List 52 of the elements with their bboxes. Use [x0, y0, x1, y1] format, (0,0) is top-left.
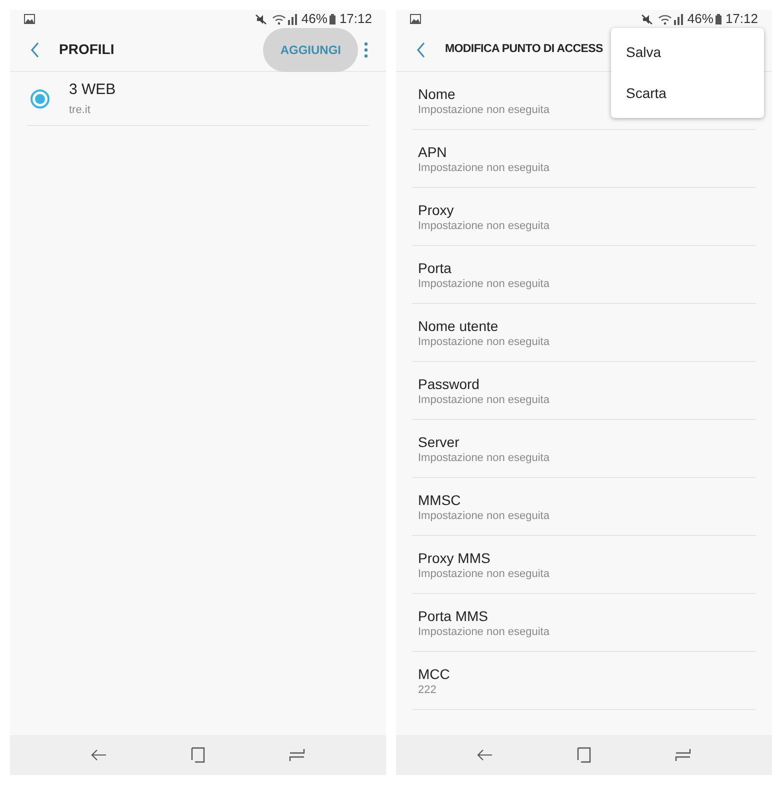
battery-icon: [329, 14, 336, 24]
setting-label[interactable]: Porta: [418, 258, 452, 276]
setting-value: Impostazione non eseguita: [418, 334, 550, 348]
setting-label[interactable]: Proxy: [418, 200, 454, 218]
clock: 17:12: [339, 10, 372, 28]
menu-item[interactable]: Salva: [611, 32, 764, 73]
setting-value: Impostazione non eseguita: [418, 624, 550, 638]
more-options-icon: [364, 42, 368, 58]
home-icon: [190, 747, 206, 763]
setting-value: Impostazione non eseguita: [418, 276, 550, 290]
setting-value: Impostazione non eseguita: [418, 566, 550, 580]
setting-value: 222: [418, 682, 436, 696]
profile-apn: tre.it: [69, 102, 92, 118]
setting-label[interactable]: APN: [418, 142, 447, 160]
wifi-icon: [272, 14, 286, 24]
gallery-icon: [410, 14, 421, 24]
setting-value: Impostazione non eseguita: [418, 450, 550, 464]
signal-icon: [286, 14, 298, 24]
clock: 17:12: [725, 10, 758, 28]
screen-title: PROFILI: [59, 40, 114, 59]
battery-icon: [715, 14, 722, 24]
back-icon: [91, 749, 108, 761]
menu-item[interactable]: Scarta: [611, 73, 764, 114]
radio-button[interactable]: [30, 88, 50, 108]
setting-value: Impostazione non eseguita: [418, 160, 550, 174]
setting-label[interactable]: MCC: [418, 664, 450, 682]
setting-label[interactable]: Proxy MMS: [418, 548, 490, 566]
setting-label[interactable]: Porta MMS: [418, 606, 488, 624]
setting-value: Impostazione non eseguita: [418, 508, 550, 522]
signal-icon: [672, 14, 684, 24]
setting-label[interactable]: Nome: [418, 84, 456, 102]
setting-label[interactable]: MMSC: [418, 490, 461, 508]
profile-name: 3 WEB: [69, 80, 116, 100]
setting-label[interactable]: Server: [418, 432, 460, 450]
screen-title: MODIFICA PUNTO DI ACCESS: [445, 42, 603, 57]
back-icon: [477, 749, 494, 761]
wifi-icon: [658, 14, 672, 24]
setting-value: Impostazione non eseguita: [418, 218, 550, 232]
setting-value: Impostazione non eseguita: [418, 102, 550, 116]
setting-label[interactable]: Nome utente: [418, 316, 498, 334]
mute-icon: [641, 14, 654, 24]
mute-icon: [255, 14, 268, 24]
recents-icon: [288, 748, 305, 762]
recents-icon: [674, 748, 691, 762]
battery-level: 46%: [301, 10, 328, 28]
home-icon: [576, 747, 592, 763]
back-icon: [416, 42, 426, 58]
setting-label[interactable]: Password: [418, 374, 480, 392]
back-icon: [30, 42, 40, 58]
gallery-icon: [24, 14, 35, 24]
battery-level: 46%: [687, 10, 714, 28]
setting-value: Impostazione non eseguita: [418, 392, 550, 406]
